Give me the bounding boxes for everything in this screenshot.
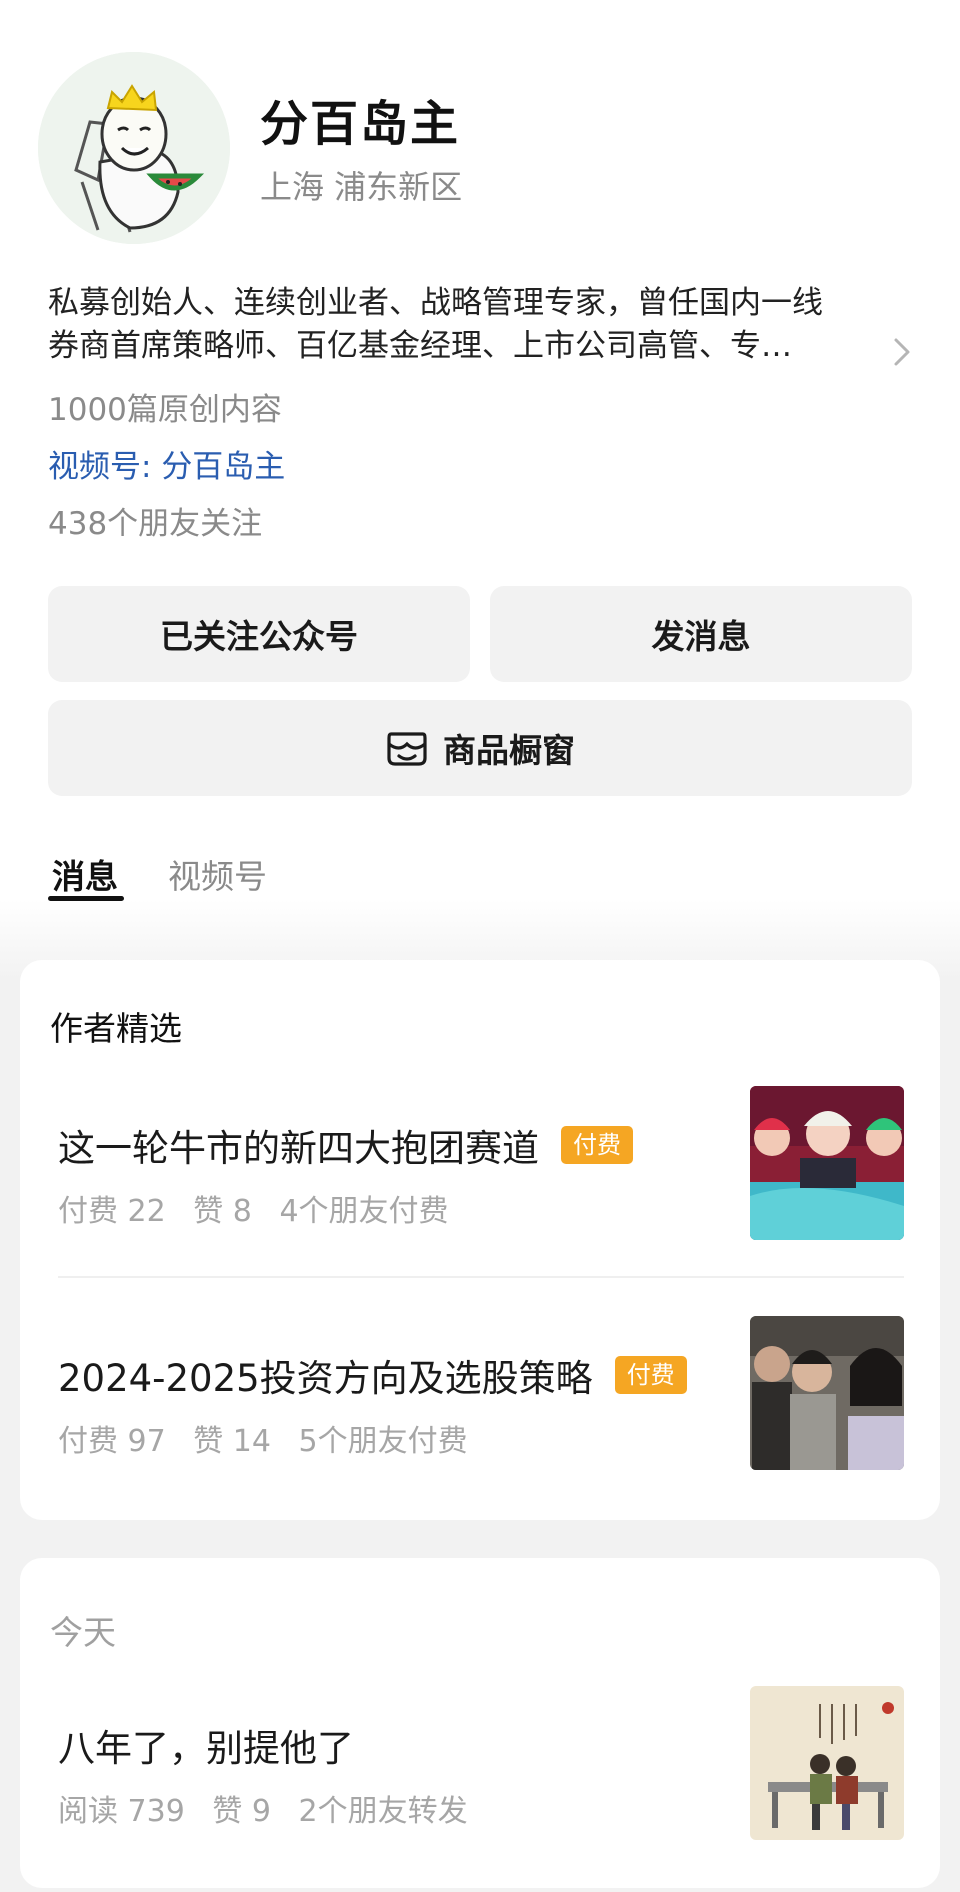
article-thumbnail — [750, 1086, 904, 1240]
channel-link[interactable]: 视频号: 分百岛主 — [48, 441, 285, 486]
like-count: 赞 9 — [212, 1794, 271, 1829]
like-count: 赞 14 — [193, 1424, 271, 1459]
paid-count: 付费 97 — [58, 1424, 166, 1459]
followed-account-button[interactable]: 已关注公众号 — [48, 586, 470, 682]
bio-line: 券商首席策略师、百亿基金经理、上市公司高管、专… — [48, 328, 792, 364]
featured-card: 作者精选 这一轮牛市的新四大抱团赛道 付费 付费 22 赞 8 4个朋友付费 2… — [20, 960, 940, 1520]
friends-paid: 5个朋友付费 — [298, 1424, 468, 1459]
like-count: 赞 8 — [193, 1194, 252, 1229]
article-item[interactable]: 八年了，别提他了 阅读 739 赞 9 2个朋友转发 — [20, 1686, 940, 1856]
paid-badge: 付费 — [614, 1356, 687, 1394]
read-count: 阅读 739 — [58, 1794, 185, 1829]
article-title: 这一轮牛市的新四大抱团赛道 付费 — [58, 1118, 633, 1172]
avatar[interactable] — [38, 52, 230, 244]
bio-line: 私募创始人、连续创业者、战略管理专家，曾任国内一线 — [48, 285, 823, 321]
profile-location: 上海 浦东新区 — [260, 168, 463, 206]
send-message-label: 发消息 — [651, 617, 751, 656]
chevron-right-icon[interactable] — [890, 332, 916, 372]
article-meta: 阅读 739 赞 9 2个朋友转发 — [58, 1786, 486, 1830]
article-item[interactable]: 这一轮牛市的新四大抱团赛道 付费 付费 22 赞 8 4个朋友付费 — [20, 1086, 940, 1256]
profile-bio[interactable]: 私募创始人、连续创业者、战略管理专家，曾任国内一线 券商首席策略师、百亿基金经理… — [48, 282, 908, 368]
shop-window-icon — [385, 728, 429, 768]
article-title-text: 八年了，别提他了 — [58, 1727, 354, 1770]
profile-name: 分百岛主 — [260, 96, 461, 152]
friends-following-count: 438个朋友关注 — [48, 506, 263, 542]
friends-shared: 2个朋友转发 — [298, 1794, 468, 1829]
send-message-button[interactable]: 发消息 — [490, 586, 912, 682]
article-title-text: 2024-2025投资方向及选股策略 — [58, 1357, 593, 1400]
today-card: 今天 八年了，别提他了 阅读 739 赞 9 2个朋友转发 — [20, 1558, 940, 1888]
article-meta: 付费 22 赞 8 4个朋友付费 — [58, 1186, 467, 1230]
shop-window-label: 商品橱窗 — [443, 731, 575, 770]
paid-count: 付费 22 — [58, 1194, 166, 1229]
channel-name: 分百岛主 — [161, 449, 286, 485]
tab-messages[interactable]: 消息 — [52, 850, 118, 898]
article-title: 八年了，别提他了 — [58, 1718, 354, 1772]
original-content-count[interactable]: 1000篇原创内容 — [48, 384, 282, 429]
followed-account-label: 已关注公众号 — [160, 617, 358, 656]
article-title-text: 这一轮牛市的新四大抱团赛道 — [58, 1127, 539, 1170]
article-meta: 付费 97 赞 14 5个朋友付费 — [58, 1416, 486, 1460]
today-section-title: 今天 — [50, 1613, 116, 1652]
shop-window-button[interactable]: 商品橱窗 — [48, 700, 912, 796]
article-thumbnail — [750, 1316, 904, 1470]
divider — [58, 1276, 904, 1278]
avatar-image — [38, 52, 230, 244]
active-tab-indicator — [48, 896, 124, 901]
featured-section-title: 作者精选 — [50, 1009, 182, 1048]
article-thumbnail — [750, 1686, 904, 1840]
channel-label: 视频号: — [48, 449, 162, 485]
article-title: 2024-2025投资方向及选股策略 付费 — [58, 1348, 687, 1402]
tab-video-channel[interactable]: 视频号 — [168, 850, 267, 898]
friends-paid: 4个朋友付费 — [279, 1194, 449, 1229]
paid-badge: 付费 — [561, 1126, 633, 1164]
article-item[interactable]: 2024-2025投资方向及选股策略 付费 付费 97 赞 14 5个朋友付费 — [20, 1316, 940, 1486]
